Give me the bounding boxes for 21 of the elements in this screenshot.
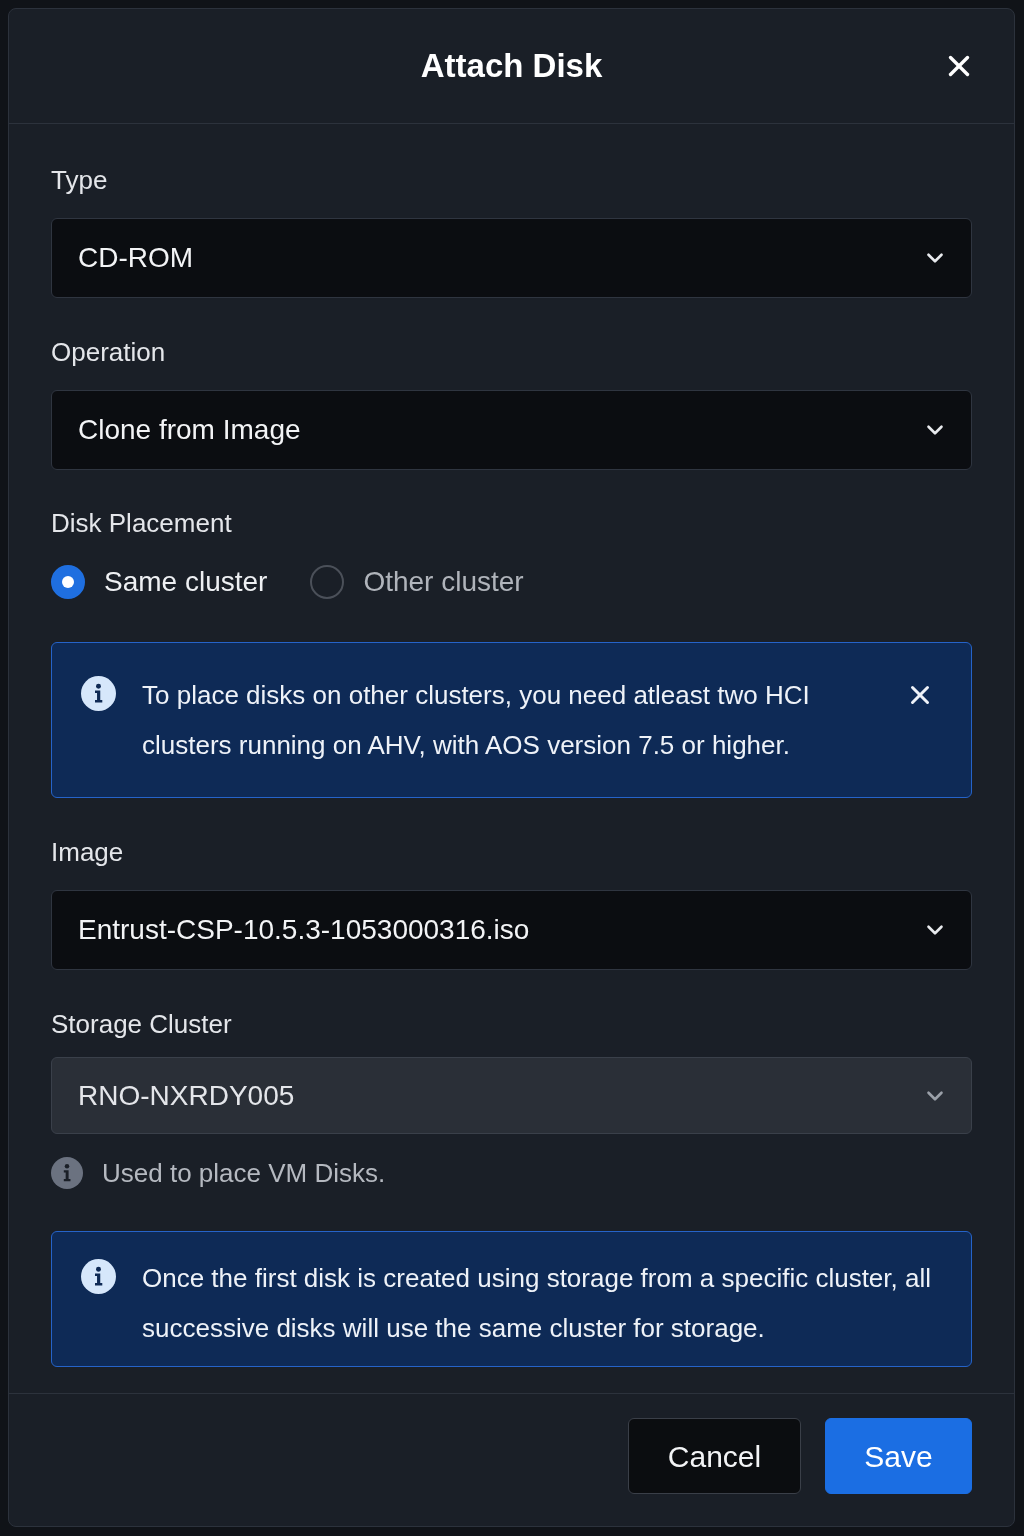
- field-label: Disk Placement: [51, 507, 233, 539]
- radio-button[interactable]: [51, 565, 85, 599]
- field-label: Storage Cluster: [51, 1008, 233, 1040]
- radio-label: Other cluster: [363, 565, 524, 599]
- info-icon: [81, 676, 116, 711]
- hint-text: Used to place VM Disks.: [102, 1157, 386, 1189]
- cancel-button[interactable]: Cancel: [628, 1418, 801, 1494]
- select-field[interactable]: Entrust-CSP-10.5.3-1053000316.iso: [51, 890, 972, 970]
- banner-text: Once the first disk is created using storage from a specific cluster, all successive disks will use the same cluster for storage.: [142, 1262, 932, 1345]
- field-label: Image: [51, 836, 125, 868]
- info-icon: [51, 1157, 83, 1189]
- radio-label: Same cluster: [104, 565, 268, 599]
- info-icon: [81, 1259, 116, 1294]
- dialog-title: Attach Disk: [420, 46, 603, 87]
- select-field[interactable]: Clone from Image: [51, 390, 972, 470]
- save-button[interactable]: Save: [825, 1418, 972, 1494]
- field-label: Type: [51, 164, 109, 196]
- select-field[interactable]: CD-ROM: [51, 218, 972, 298]
- radio-button[interactable]: [310, 565, 345, 599]
- banner-text: To place disks on other clusters, you need atleast two HCI clusters running on AHV, with AOS version 7.5 or higher.: [142, 679, 811, 762]
- field-label: Operation: [51, 336, 167, 368]
